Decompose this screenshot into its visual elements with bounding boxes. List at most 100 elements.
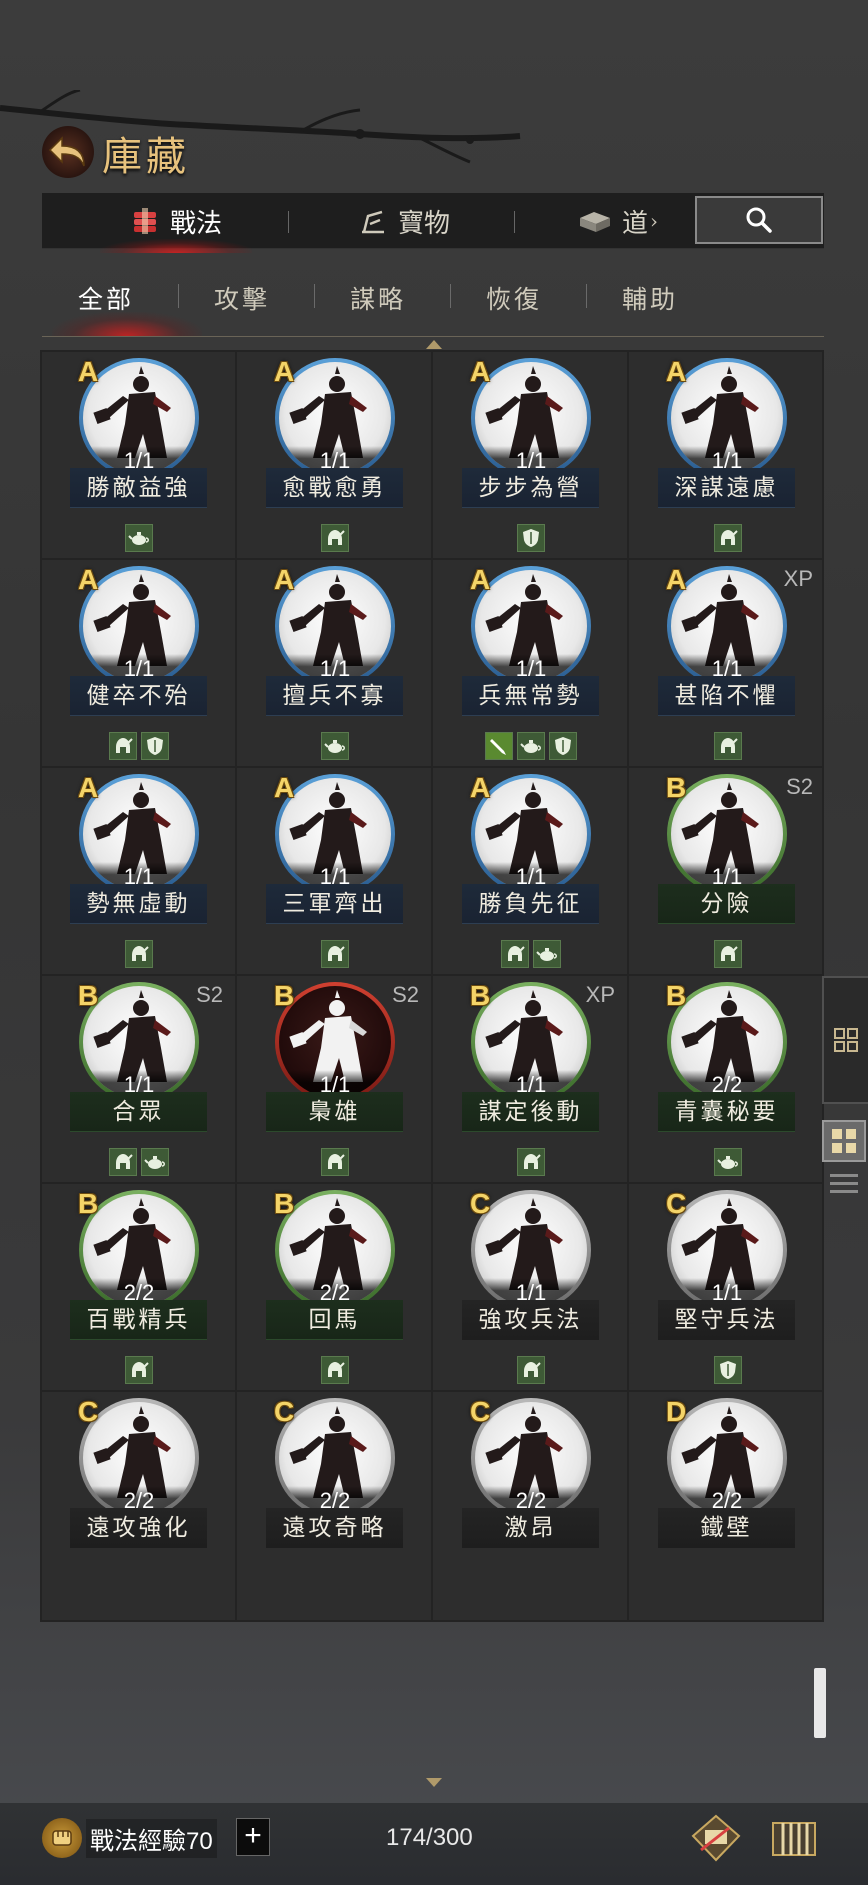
skill-grade: A [666,356,687,387]
skill-name: 分險 [658,884,795,924]
teapot-icon [516,732,545,760]
skill-row: 1/1 A 健卒不殆 1/1 A 擅兵不寡 1/1 A 兵無常勢 1/1 A XP 甚陷不懼 [40,558,824,790]
subtab-attack[interactable]: 攻擊 [214,280,270,316]
skill-name: 三軍齊出 [266,884,403,924]
fence-button[interactable] [766,1812,822,1866]
back-button[interactable] [42,126,94,178]
skill-grade: B [666,980,687,1011]
tactic-xp-display: 戰法經驗70 [42,1816,217,1860]
skill-card[interactable]: 1/1 A 勝敵益強 [42,352,237,580]
subtab-strategy[interactable]: 謀略 [350,280,406,316]
skill-name: 勢無虛動 [70,884,207,924]
skill-season-tag: XP [585,982,615,1007]
add-xp-button[interactable]: + [236,1818,270,1856]
portrait-frame: 2/2 [83,1194,195,1306]
skill-type-icons [434,524,627,552]
skill-type-icons [630,1356,824,1384]
scrollbar-thumb[interactable] [814,1668,826,1738]
skill-card[interactable]: 1/1 A 勝負先征 [434,768,629,996]
skill-card[interactable]: 2/2 D 鐵壁 [630,1392,824,1620]
subtab-all[interactable]: 全部 [78,280,134,316]
search-button[interactable] [695,196,823,244]
skill-name: 遠攻奇略 [266,1508,403,1548]
teapot-icon [140,1148,169,1176]
helmet-icon [516,1148,545,1176]
skill-type-icons [238,732,431,760]
scroll-bundle-icon [134,208,156,234]
skill-card[interactable]: 1/1 A 愈戰愈勇 [238,352,433,580]
skill-grade: A [78,772,99,803]
skill-grade: C [666,1188,687,1219]
helmet-icon [124,940,153,968]
skill-type-icons [434,1356,627,1384]
tab-treasure[interactable]: 寶物 [358,193,450,249]
helmet-icon [713,732,742,760]
grid-view-toggle[interactable] [822,1120,866,1162]
tab-items[interactable]: 道 › [578,193,658,249]
skill-type-icons [630,940,824,968]
portrait-frame: 2/2 [671,986,783,1098]
skill-card[interactable]: 1/1 A 健卒不殆 [42,560,237,788]
skill-card[interactable]: 2/2 B 青囊秘要 [630,976,824,1204]
skill-card[interactable]: 1/1 B S2 合眾 [42,976,237,1204]
portrait-frame: 2/2 [83,1402,195,1514]
subtab-recovery[interactable]: 恢復 [486,280,542,316]
convert-button[interactable] [688,1812,744,1866]
skill-card[interactable]: 2/2 C 激昂 [434,1392,629,1620]
xp-label: 戰法經驗70 [86,1818,217,1858]
skill-grade: C [470,1396,491,1427]
skill-card[interactable]: 1/1 A 擅兵不寡 [238,560,433,788]
skill-row: 2/2 C 遠攻強化 2/2 C 遠攻奇略 2/2 C 激昂 2/2 D 鐵壁 [40,1390,824,1622]
skill-card[interactable]: 1/1 C 堅守兵法 [630,1184,824,1412]
subtab-divider [178,284,179,308]
subtab-divider [586,284,587,308]
subtab-support[interactable]: 輔助 [622,280,678,316]
treasure-icon [362,210,384,234]
skill-name: 堅守兵法 [658,1300,795,1340]
skill-card[interactable]: 2/2 C 遠攻強化 [42,1392,237,1620]
skill-card[interactable]: 2/2 B 回馬 [238,1184,433,1412]
portrait-frame: 1/1 [83,778,195,890]
tab-overflow-arrow-icon: › [650,209,659,233]
shield-icon [140,732,169,760]
skill-type-icons [434,940,627,968]
portrait-frame: 1/1 [279,570,391,682]
portrait-frame: 1/1 [83,570,195,682]
skill-type-icons [434,1148,627,1176]
portrait-frame: 1/1 [475,778,587,890]
skill-grade: C [274,1396,295,1427]
side-grid-panel-button[interactable] [822,976,868,1104]
skill-type-icons [42,940,235,968]
skill-row: 2/2 B 百戰精兵 2/2 B 回馬 1/1 C 強攻兵法 1/1 C 堅守兵法 [40,1182,824,1414]
skill-card[interactable]: 1/1 C 強攻兵法 [434,1184,629,1412]
skill-grade: A [470,356,491,387]
skill-name: 擅兵不寡 [266,676,403,716]
skill-card[interactable]: 1/1 A 三軍齊出 [238,768,433,996]
skill-row: 1/1 B S2 合眾 1/1 B S2 梟雄 1/1 B XP 謀定後動 2/2 B 青囊秘要 [40,974,824,1206]
tab-tactics[interactable]: 戰法 [99,193,253,253]
fence-icon [772,1822,816,1856]
skill-card[interactable]: 1/1 A 兵無常勢 [434,560,629,788]
skill-card[interactable]: 1/1 A XP 甚陷不懼 [630,560,824,788]
skill-name: 百戰精兵 [70,1300,207,1340]
skill-card[interactable]: 2/2 C 遠攻奇略 [238,1392,433,1620]
skill-card[interactable]: 1/1 B S2 梟雄 [238,976,433,1204]
skill-card[interactable]: 1/1 A 深謀遠慮 [630,352,824,580]
skill-type-icons [238,940,431,968]
skill-name: 愈戰愈勇 [266,468,403,508]
skill-grade: A [78,564,99,595]
skill-card[interactable]: 1/1 B XP 謀定後動 [434,976,629,1204]
skill-card[interactable]: 1/1 A 勢無虛動 [42,768,237,996]
skill-type-icons [238,1356,431,1384]
skill-card[interactable]: 1/1 A 步步為營 [434,352,629,580]
skill-grade: B [274,1188,295,1219]
skill-card[interactable]: 1/1 B S2 分險 [630,768,824,996]
list-view-icon[interactable] [828,1170,860,1198]
skill-card[interactable]: 2/2 B 百戰精兵 [42,1184,237,1412]
shield-icon [713,1356,742,1384]
skill-name: 強攻兵法 [462,1300,599,1340]
skill-grade: B [666,772,687,803]
xp-fist-icon [42,1818,82,1858]
skill-name: 健卒不殆 [70,676,207,716]
helmet-icon [500,940,529,968]
